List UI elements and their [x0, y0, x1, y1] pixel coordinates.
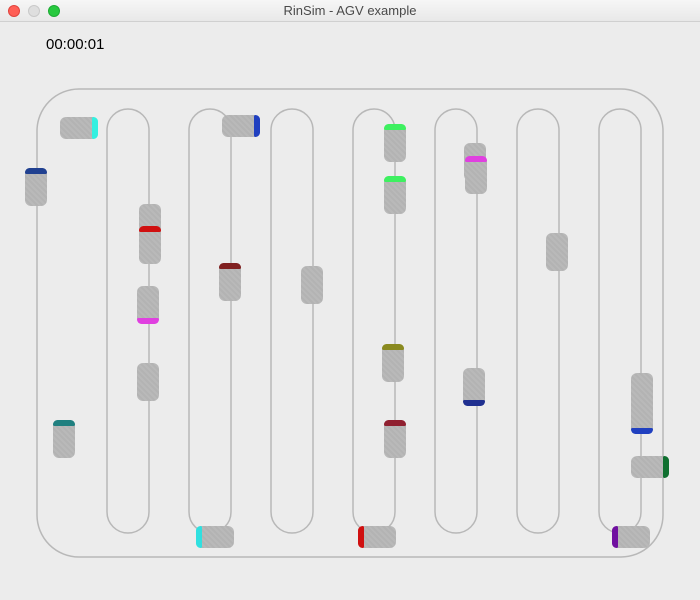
agv: [219, 263, 241, 301]
window-title: RinSim - AGV example: [284, 3, 417, 18]
agv: [612, 526, 650, 548]
agv: [631, 396, 653, 434]
close-icon[interactable]: [8, 5, 20, 17]
window-controls: [0, 5, 60, 17]
agv: [382, 344, 404, 382]
agv: [301, 266, 323, 304]
agv: [463, 368, 485, 406]
agv: [384, 420, 406, 458]
agv: [384, 176, 406, 214]
agv: [139, 226, 161, 264]
agv: [222, 115, 260, 137]
agv: [137, 286, 159, 324]
agv: [546, 233, 568, 271]
minimize-icon[interactable]: [28, 5, 40, 17]
agv: [358, 526, 396, 548]
sim-clock: 00:00:01: [46, 36, 104, 53]
agv: [60, 117, 98, 139]
agv-layer: [36, 88, 664, 558]
agv: [53, 420, 75, 458]
zoom-icon[interactable]: [48, 5, 60, 17]
agv: [137, 363, 159, 401]
agv: [25, 168, 47, 206]
agv: [465, 156, 487, 194]
simulation-canvas: 00:00:01: [0, 22, 700, 600]
titlebar: RinSim - AGV example: [0, 0, 700, 22]
agv: [631, 456, 669, 478]
agv: [196, 526, 234, 548]
agv: [384, 124, 406, 162]
